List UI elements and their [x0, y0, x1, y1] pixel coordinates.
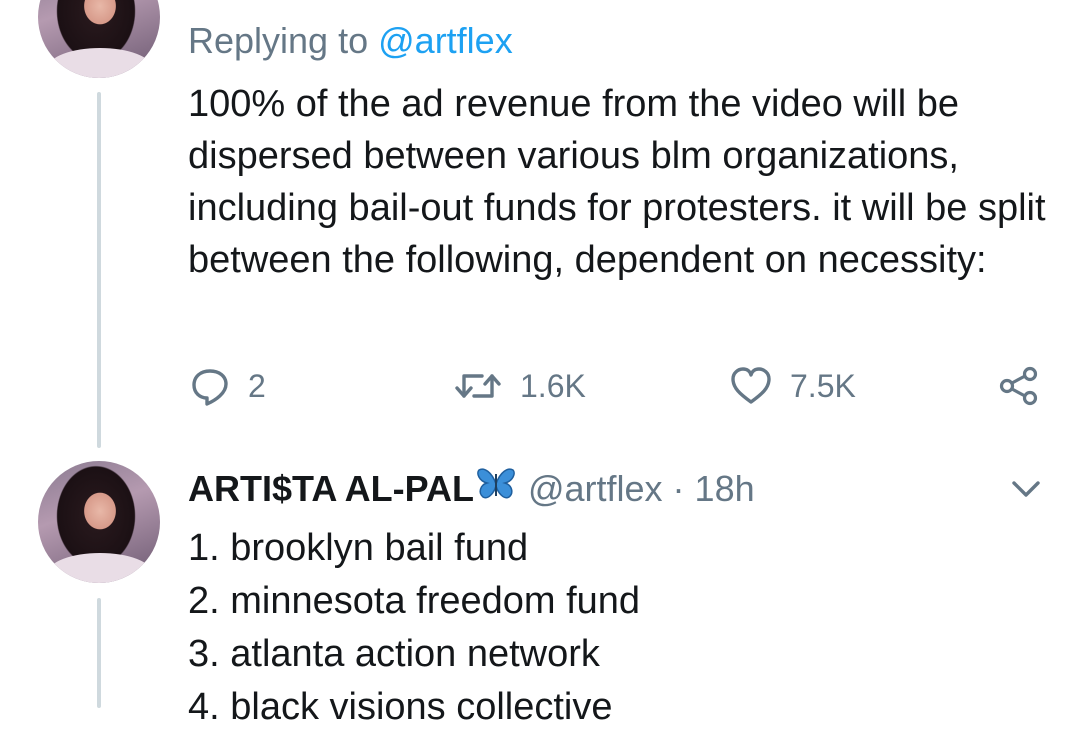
like-button[interactable]: 7.5K	[730, 358, 856, 414]
list-item: 4. black visions collective	[188, 686, 613, 728]
butterfly-emoji	[476, 466, 516, 511]
share-icon	[998, 365, 1040, 407]
replying-handle-link[interactable]: @artflex	[378, 20, 513, 61]
tweet-header: ARTI$TA AL-PAL @artflex · 18h	[188, 466, 755, 511]
replying-prefix: Replying to	[188, 20, 369, 61]
retweet-icon	[454, 366, 502, 406]
retweet-button[interactable]: 1.6K	[454, 358, 586, 414]
list-item: 1. brooklyn bail fund	[188, 527, 529, 569]
timestamp[interactable]: 18h	[695, 468, 755, 510]
like-count: 7.5K	[790, 367, 856, 404]
retweet-count: 1.6K	[520, 367, 586, 404]
tweet-text: 100% of the ad revenue from the video wi…	[188, 83, 1046, 281]
avatar[interactable]	[38, 0, 160, 78]
thread-line	[97, 92, 101, 448]
reply-icon	[190, 366, 230, 406]
share-button[interactable]	[998, 358, 1040, 414]
tweet-actions: 2 1.6K 7.5K	[188, 358, 1048, 414]
reply-button[interactable]: 2	[190, 358, 266, 414]
avatar[interactable]	[38, 461, 160, 583]
replying-to-label: Replying to @artflex	[188, 20, 513, 62]
user-handle[interactable]: @artflex	[528, 468, 663, 510]
tweet-list: 1. brooklyn bail fund 2. minnesota freed…	[188, 522, 640, 734]
separator-dot: ·	[672, 467, 685, 509]
chevron-down-icon[interactable]	[1008, 474, 1044, 509]
list-item: 3. atlanta action network	[188, 633, 600, 675]
list-item: 2. minnesota freedom fund	[188, 580, 641, 622]
like-icon	[730, 366, 772, 406]
reply-count: 2	[248, 367, 266, 404]
display-name[interactable]: ARTI$TA AL-PAL	[188, 468, 474, 510]
thread-line	[97, 598, 101, 708]
